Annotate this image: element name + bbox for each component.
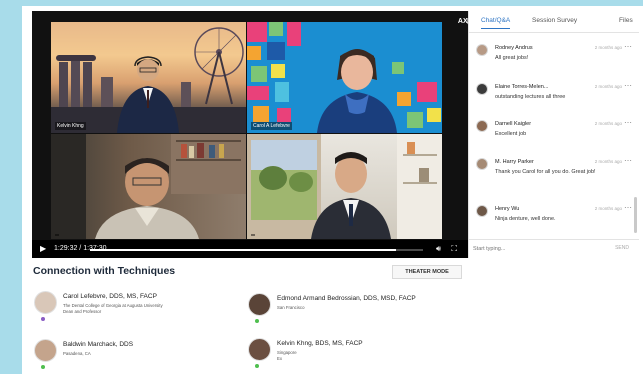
speaker-affiliation-line: The Dental College of Georgia at Augusta… bbox=[63, 303, 163, 308]
speaker-photo bbox=[248, 338, 271, 361]
more-icon[interactable]: ⋯ bbox=[624, 156, 632, 165]
pattern-background bbox=[247, 22, 441, 133]
message-text: Thank you Carol for all you do. Great jo… bbox=[495, 169, 596, 175]
speaker-location: San Francisco bbox=[277, 305, 305, 310]
video-tile-speaker-2: Carol A Lefebvre bbox=[247, 22, 442, 133]
speaker-location: Singapore bbox=[277, 350, 297, 355]
skyline-scene bbox=[51, 27, 246, 133]
message-time: 2 months ago bbox=[594, 84, 622, 89]
session-title: Connection with Techniques bbox=[33, 265, 176, 277]
video-player[interactable]: Kelvin Khng Carol A Lefebvre AX▷ ▶ 1:29:… bbox=[32, 11, 483, 258]
volume-icon[interactable]: 🔊︎ bbox=[436, 243, 441, 255]
tab-files[interactable]: Files bbox=[619, 17, 633, 24]
status-dot bbox=[41, 317, 45, 321]
message-text: All great jobs! bbox=[495, 55, 529, 61]
tile-label bbox=[251, 234, 255, 236]
video-controls: ▶ 1:29:32 / 1:37:30 🔊︎ ⛶ ⋮ bbox=[32, 240, 483, 258]
message-text: Ninja denture, well done. bbox=[495, 216, 556, 222]
speaker-name: Edmond Armand Bedrossian, DDS, MSD, FACP bbox=[277, 295, 416, 302]
panel-tabs: Chat/Q&A Session Survey Files bbox=[469, 11, 639, 33]
message-time: 2 months ago bbox=[594, 121, 622, 126]
webinar-page: Kelvin Khng Carol A Lefebvre AX▷ ▶ 1:29:… bbox=[22, 6, 643, 374]
speaker-name: Carol Lefebvre, DDS, MS, FACP bbox=[63, 293, 157, 300]
speaker-name: Kelvin Khng, BDS, MS, FACP bbox=[277, 340, 363, 347]
tile-label: Kelvin Khng bbox=[55, 122, 86, 130]
message-time: 2 months ago bbox=[594, 159, 622, 164]
tab-session-survey[interactable]: Session Survey bbox=[532, 17, 577, 24]
speaker-card[interactable]: Carol Lefebvre, DDS, MS, FACP The Dental… bbox=[34, 291, 239, 323]
speaker-role: Ex bbox=[277, 356, 283, 361]
speaker-photo bbox=[34, 291, 57, 314]
speaker-card[interactable]: Kelvin Khng, BDS, MS, FACP Singapore Ex bbox=[248, 338, 453, 370]
message-time: 2 months ago bbox=[594, 206, 622, 211]
status-dot bbox=[255, 364, 259, 368]
video-tile-speaker-1: Kelvin Khng bbox=[51, 22, 246, 133]
message-text: Excellent job bbox=[495, 131, 527, 137]
speaker-affiliation: Pasadena, CA bbox=[63, 351, 91, 357]
chat-scrollbar[interactable] bbox=[634, 197, 637, 233]
avatar bbox=[476, 120, 488, 132]
speaker-photo bbox=[248, 293, 271, 316]
more-icon[interactable]: ⋯ bbox=[624, 203, 632, 212]
status-dot bbox=[41, 365, 45, 369]
chat-panel: Chat/Q&A Session Survey Files Rodney And… bbox=[468, 11, 639, 258]
progress-bar[interactable] bbox=[90, 249, 423, 251]
speaker-card[interactable]: Baldwin Marchack, DDS Pasadena, CA bbox=[34, 339, 239, 371]
chat-input-row: SEND bbox=[469, 239, 639, 258]
status-dot bbox=[255, 319, 259, 323]
speaker-affiliation: Singapore Ex bbox=[277, 350, 297, 362]
home-scene bbox=[247, 134, 442, 239]
theater-mode-button[interactable]: THEATER MODE bbox=[392, 265, 462, 279]
video-tile-speaker-4 bbox=[247, 134, 442, 239]
speaker-photo bbox=[34, 339, 57, 362]
message-author: Elaine Torres-Melen... bbox=[495, 84, 549, 90]
play-icon[interactable]: ▶ bbox=[40, 243, 46, 255]
message-author: Rodney Andrus bbox=[495, 45, 533, 51]
tile-label: Carol A Lefebvre bbox=[251, 122, 292, 130]
speaker-location: Pasadena, CA bbox=[63, 351, 91, 356]
more-icon[interactable]: ⋯ bbox=[624, 81, 632, 90]
speaker-affiliation: San Francisco bbox=[277, 305, 304, 311]
avatar bbox=[476, 83, 488, 95]
chat-input[interactable] bbox=[473, 243, 591, 255]
avatar bbox=[476, 158, 488, 170]
tile-label bbox=[55, 234, 59, 236]
speaker-affiliation: The Dental College of Georgia at Augusta… bbox=[63, 303, 163, 315]
progress-fill bbox=[90, 249, 396, 251]
office-scene bbox=[51, 134, 246, 239]
avatar bbox=[476, 205, 488, 217]
avatar bbox=[476, 44, 488, 56]
video-tile-speaker-3 bbox=[51, 134, 246, 239]
message-time: 2 months ago bbox=[594, 45, 622, 50]
message-text: outstanding lectures all three bbox=[495, 94, 566, 100]
message-author: Darnell Kaigler bbox=[495, 121, 532, 127]
more-icon[interactable]: ⋯ bbox=[624, 118, 632, 127]
tab-chat-qa[interactable]: Chat/Q&A bbox=[481, 17, 511, 29]
more-icon[interactable]: ⋯ bbox=[624, 42, 632, 51]
fullscreen-icon[interactable]: ⛶ bbox=[451, 243, 457, 255]
speaker-role: Dean and Professor bbox=[63, 309, 102, 314]
send-button[interactable]: SEND bbox=[615, 245, 629, 251]
speaker-card[interactable]: Edmond Armand Bedrossian, DDS, MSD, FACP… bbox=[248, 293, 453, 325]
message-author: Henry Wu bbox=[495, 206, 520, 212]
message-author: M. Harry Parker bbox=[495, 159, 534, 165]
speaker-name: Baldwin Marchack, DDS bbox=[63, 341, 134, 348]
